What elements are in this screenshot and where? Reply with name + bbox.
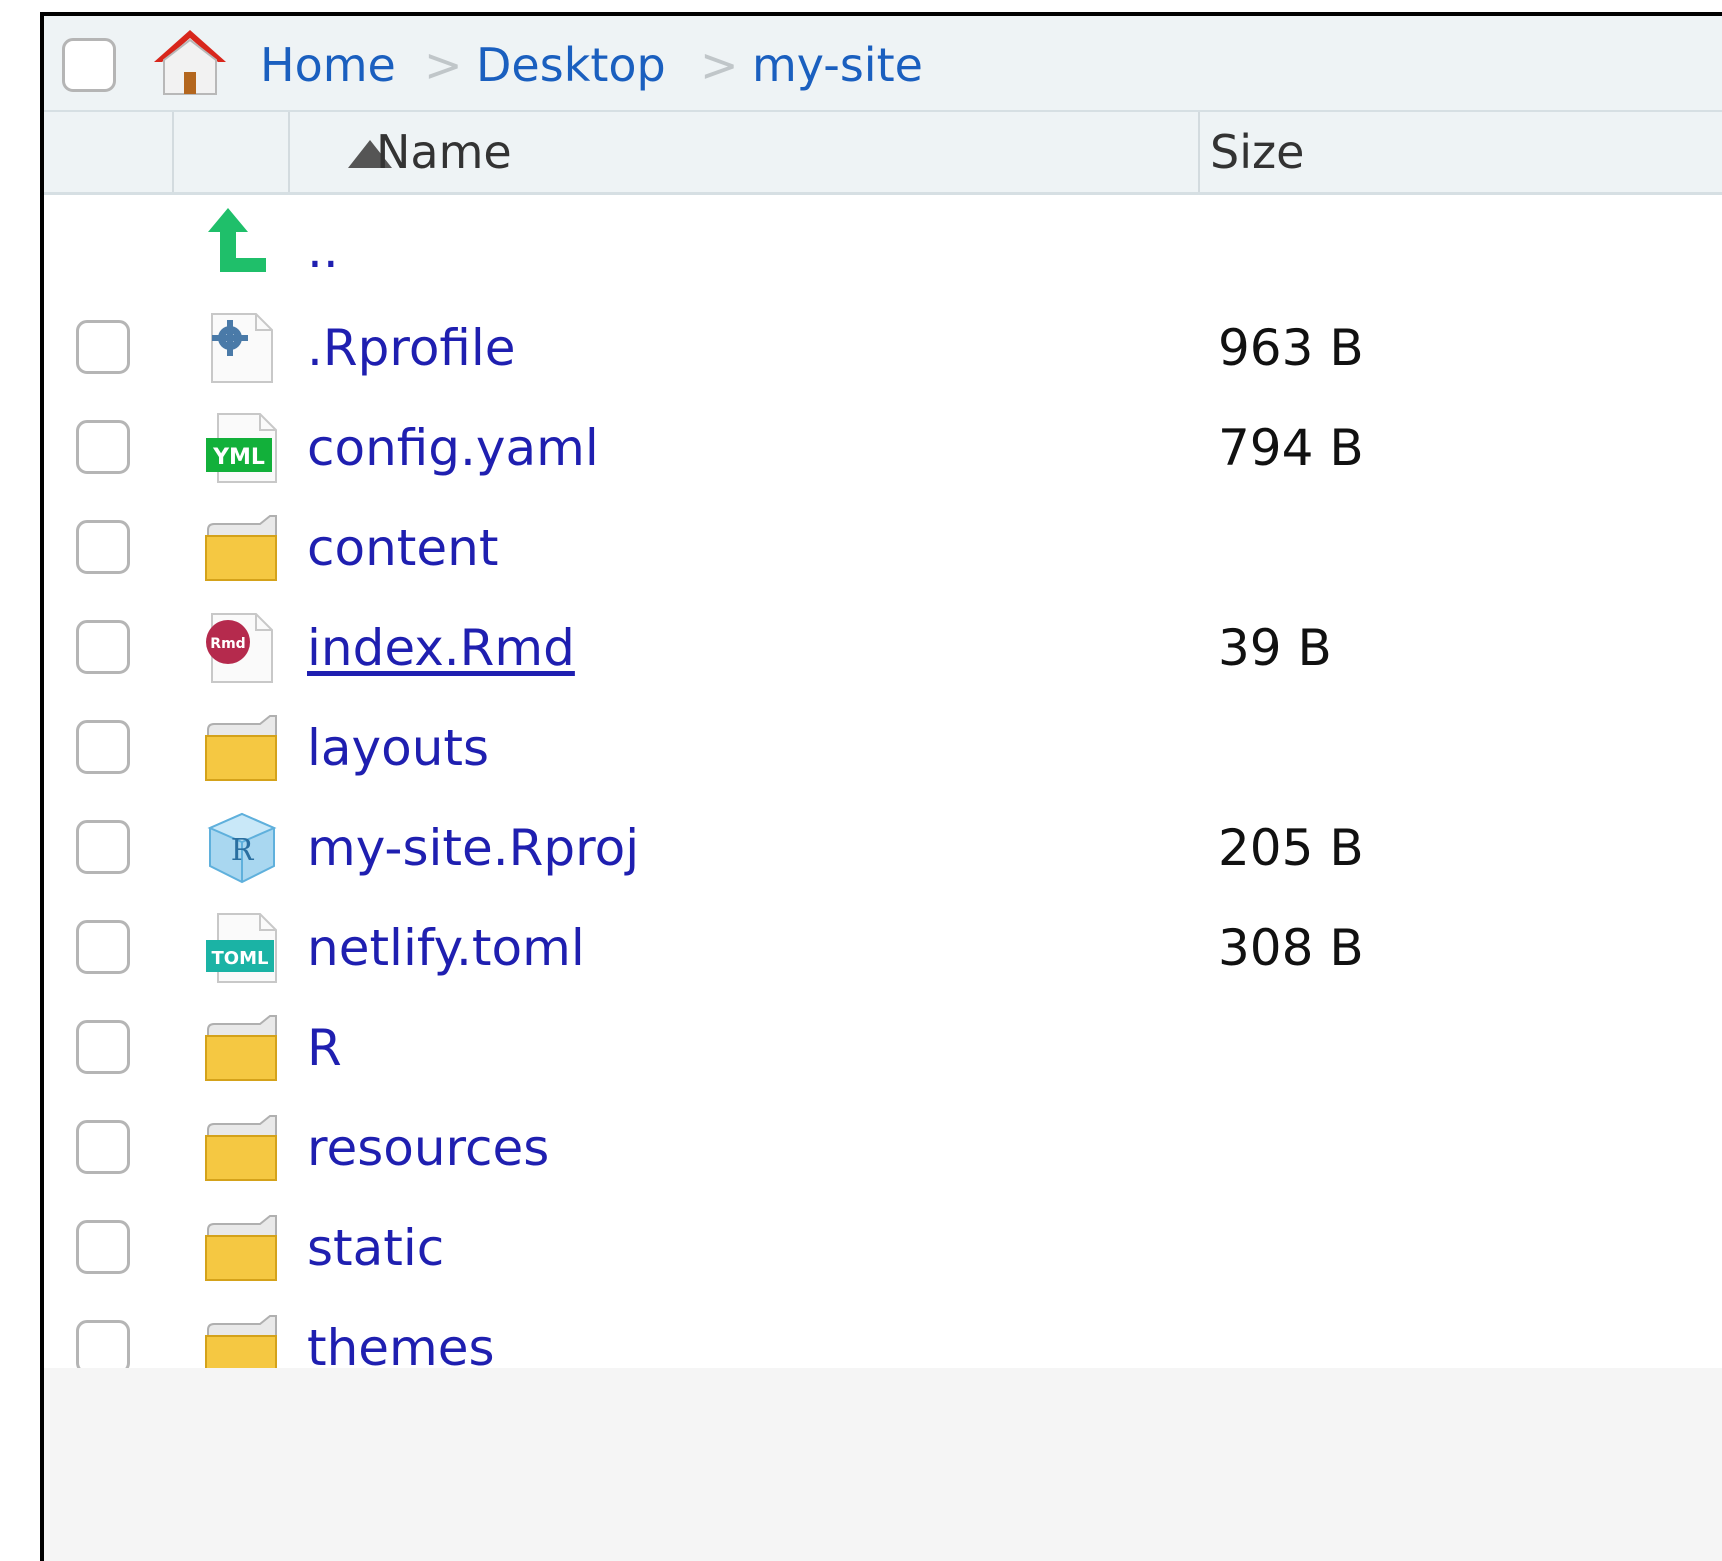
- rproj-icon: R: [207, 812, 277, 884]
- file-name-link[interactable]: .Rprofile: [307, 318, 516, 378]
- breadcrumb-separator: >: [424, 38, 463, 92]
- name-column-header[interactable]: Name: [376, 124, 512, 180]
- row-checkbox[interactable]: [76, 920, 130, 974]
- folder-icon: [205, 515, 277, 581]
- size-column-header[interactable]: Size: [1210, 124, 1304, 180]
- row-checkbox[interactable]: [76, 420, 130, 474]
- column-divider: [1198, 112, 1200, 192]
- file-row: resources: [44, 1098, 1722, 1198]
- column-divider: [172, 112, 174, 192]
- file-name-link[interactable]: R: [307, 1018, 342, 1078]
- toml-icon-label: TOML: [212, 948, 269, 969]
- file-name-link[interactable]: resources: [307, 1118, 549, 1178]
- breadcrumb-home-link[interactable]: Home: [260, 38, 396, 92]
- parent-directory-row[interactable]: ..: [44, 198, 1722, 298]
- file-row: static: [44, 1198, 1722, 1298]
- file-name-link[interactable]: config.yaml: [307, 418, 599, 478]
- file-name-link[interactable]: static: [307, 1218, 444, 1278]
- file-name-link[interactable]: my-site.Rproj: [307, 818, 639, 878]
- column-divider: [288, 112, 290, 192]
- row-checkbox[interactable]: [76, 1320, 130, 1374]
- breadcrumb-current-folder: my-site: [752, 38, 923, 92]
- home-icon[interactable]: [150, 26, 230, 98]
- rproj-icon-label: R: [231, 833, 255, 868]
- file-name-link[interactable]: index.Rmd: [307, 618, 575, 678]
- breadcrumb: Home > Desktop > my-site: [44, 16, 1722, 112]
- rmd-icon-label: Rmd: [210, 636, 245, 652]
- yaml-file-icon: YML: [206, 413, 277, 483]
- row-checkbox[interactable]: [76, 620, 130, 674]
- breadcrumb-desktop-link[interactable]: Desktop: [476, 38, 666, 92]
- file-name-link[interactable]: layouts: [307, 718, 489, 778]
- file-row: .Rprofile 963 B: [44, 298, 1722, 398]
- row-checkbox[interactable]: [76, 320, 130, 374]
- file-row: Rmd index.Rmd 39 B: [44, 598, 1722, 698]
- rmd-file-icon: Rmd: [206, 613, 273, 683]
- row-checkbox[interactable]: [76, 520, 130, 574]
- row-checkbox[interactable]: [76, 1120, 130, 1174]
- file-size: 39 B: [1218, 619, 1332, 677]
- breadcrumb-separator: >: [700, 38, 739, 92]
- file-browser-pane: Home > Desktop > my-site Name Size .. .R…: [40, 12, 1722, 1561]
- row-checkbox[interactable]: [76, 720, 130, 774]
- file-row: layouts: [44, 698, 1722, 798]
- parent-directory-link[interactable]: ..: [307, 220, 339, 280]
- select-all-checkbox[interactable]: [62, 38, 116, 92]
- folder-icon: [205, 1115, 277, 1181]
- file-row: content: [44, 498, 1722, 598]
- column-header-row: Name Size: [44, 112, 1722, 195]
- pane-footer: [44, 1368, 1722, 1561]
- rprofile-gear-icon: [211, 313, 273, 383]
- folder-icon: [205, 1215, 277, 1281]
- folder-icon: [205, 1015, 277, 1081]
- file-size: 308 B: [1218, 919, 1364, 977]
- file-row: R my-site.Rproj 205 B: [44, 798, 1722, 898]
- row-checkbox[interactable]: [76, 1020, 130, 1074]
- file-name-link[interactable]: netlify.toml: [307, 918, 585, 978]
- row-checkbox[interactable]: [76, 1220, 130, 1274]
- up-arrow-icon: [208, 208, 266, 272]
- file-name-link[interactable]: content: [307, 518, 498, 578]
- row-checkbox[interactable]: [76, 820, 130, 874]
- file-row: YML config.yaml 794 B: [44, 398, 1722, 498]
- file-size: 963 B: [1218, 319, 1364, 377]
- file-size: 794 B: [1218, 419, 1364, 477]
- file-row: TOML netlify.toml 308 B: [44, 898, 1722, 998]
- file-row: R: [44, 998, 1722, 1098]
- file-size: 205 B: [1218, 819, 1364, 877]
- folder-icon: [205, 715, 277, 781]
- toml-file-icon: TOML: [206, 913, 277, 983]
- yaml-icon-label: YML: [212, 445, 265, 470]
